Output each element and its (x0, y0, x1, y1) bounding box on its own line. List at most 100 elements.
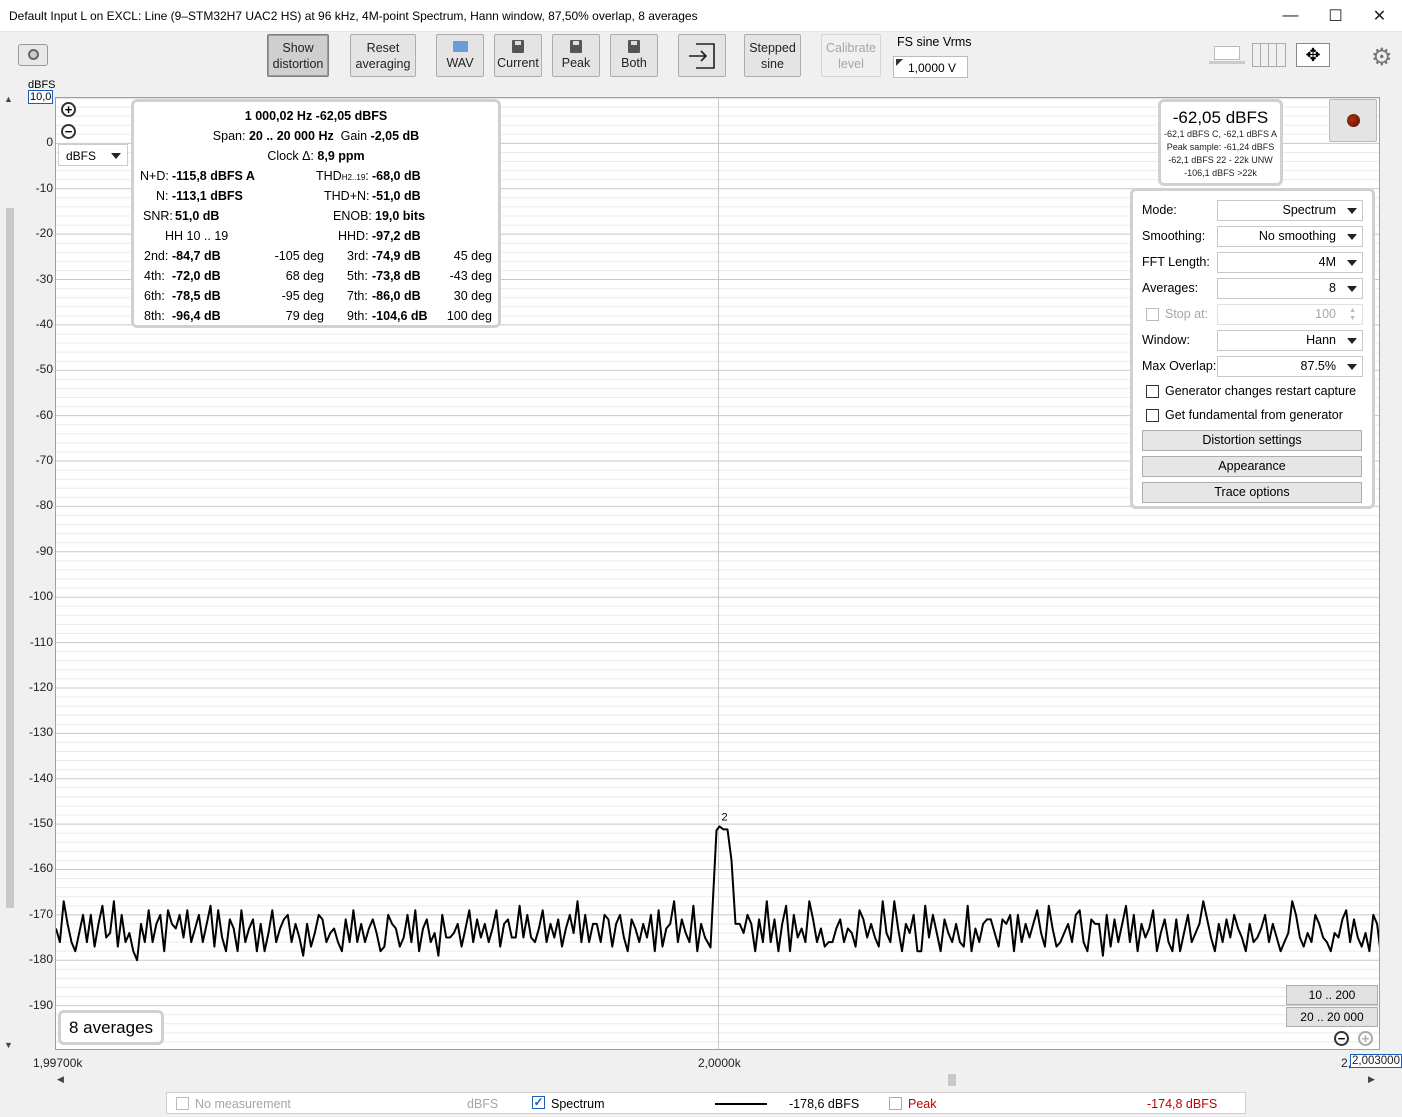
zoom-in-icon[interactable]: + (61, 102, 76, 117)
title-bar: Default Input L on EXCL: Line (9–STM32H7… (0, 0, 1402, 32)
y-tick-label: -100 (28, 589, 53, 604)
generator-restart-checkbox[interactable] (1146, 385, 1159, 398)
chevron-down-icon (1347, 208, 1357, 214)
fs-value-input[interactable]: 1,0000 V (893, 56, 968, 78)
thd-value: -68,0 dB (372, 169, 421, 183)
level-readout: -62,05 dBFS -62,1 dBFS C, -62,1 dBFS A P… (1158, 99, 1283, 186)
trace-options-button[interactable]: Trace options (1142, 482, 1362, 503)
save-peak-button[interactable]: Peak (552, 34, 600, 77)
reset-averaging-label-2: averaging (355, 56, 411, 71)
snr-value: 51,0 dB (175, 209, 220, 223)
y-scrollbar-thumb[interactable] (6, 208, 14, 908)
show-distortion-button[interactable]: Show distortion (267, 34, 329, 77)
window-dropdown[interactable]: Hann (1217, 330, 1363, 351)
y-tick-label: 0 (46, 135, 53, 150)
x-zoom-out-icon[interactable]: − (1334, 1031, 1349, 1046)
camera-icon[interactable] (18, 44, 48, 66)
no-measurement-checkbox[interactable] (176, 1097, 189, 1110)
fundamental-from-generator-label: Get fundamental from generator (1165, 408, 1343, 422)
range-20-20000-button[interactable]: 20 .. 20 000 (1286, 1007, 1378, 1027)
harmonic-label: 9th: (347, 309, 368, 323)
stop-at-value: 100 (1315, 307, 1336, 321)
stepped-sine-button[interactable]: Stepped sine (744, 34, 801, 77)
stop-at-checkbox[interactable] (1146, 308, 1159, 321)
multi-pane-layout-icon[interactable] (1252, 43, 1286, 67)
close-button[interactable]: ✕ (1357, 0, 1402, 32)
zoom-out-icon[interactable]: − (61, 124, 76, 139)
stop-at-spinner[interactable]: 100 ▲ ▼ (1217, 304, 1363, 325)
nd-label: N+D: (140, 169, 169, 183)
harmonic-value: -84,7 dB (172, 249, 221, 263)
averages-dropdown[interactable]: 8 (1217, 278, 1363, 299)
max-overlap-label: Max Overlap: (1142, 359, 1217, 373)
harmonic-phase: 45 deg (453, 249, 492, 263)
calibrate-level-label-2: level (838, 56, 864, 71)
harmonic-phase: -105 deg (274, 249, 324, 263)
wav-button[interactable]: WAV (436, 34, 484, 77)
span-label: Span: (212, 129, 246, 143)
harmonic-label: 7th: (347, 289, 368, 303)
current-label: Current (497, 56, 539, 70)
harmonic-label: 8th: (144, 309, 165, 323)
y-top-value-input[interactable]: 10,0 (28, 90, 54, 104)
max-overlap-value: 87.5% (1300, 359, 1336, 373)
scroll-right-arrow-icon[interactable]: ▶ (1368, 1074, 1375, 1085)
window-title: Default Input L on EXCL: Line (9–STM32H7… (9, 9, 698, 23)
peak-checkbox[interactable] (889, 1097, 902, 1110)
x-tick-center: 2,0000k (698, 1056, 741, 1070)
harmonic-phase: 79 deg (285, 309, 324, 323)
fundamental-readout: 1 000,02 Hz -62,05 dBFS (244, 109, 388, 123)
stop-at-label: Stop at: (1165, 307, 1209, 321)
n-label: N: (156, 189, 169, 203)
calibrate-level-button[interactable]: Calibrate level (821, 34, 881, 77)
level-line-1: -62,1 dBFS C, -62,1 dBFS A (1163, 129, 1278, 139)
scroll-up-arrow-icon[interactable]: ▲ (4, 94, 13, 104)
mode-label: Mode: (1142, 203, 1177, 217)
thd-label-text: THD (316, 169, 342, 183)
minimize-button[interactable]: — (1268, 0, 1313, 32)
gain-label: Gain (340, 129, 368, 143)
maximize-button[interactable]: ☐ (1313, 0, 1358, 32)
y-tick-label: -130 (28, 725, 53, 740)
y-tick-label: -120 (28, 679, 53, 694)
level-line-3: -62,1 dBFS 22 - 22k UNW (1168, 155, 1273, 165)
peak-legend-label: Peak (908, 1097, 937, 1111)
appearance-button[interactable]: Appearance (1142, 456, 1362, 477)
fft-length-label: FFT Length: (1142, 255, 1210, 269)
fft-length-dropdown[interactable]: 4M (1217, 252, 1363, 273)
mode-value: Spectrum (1282, 203, 1337, 217)
y-tick-label: -170 (28, 906, 53, 921)
record-button[interactable] (1329, 99, 1377, 142)
save-both-button[interactable]: Both (610, 34, 658, 77)
x-scrollbar-thumb[interactable] (948, 1074, 956, 1086)
distortion-settings-button[interactable]: Distortion settings (1142, 430, 1362, 451)
scroll-down-arrow-icon[interactable]: ▼ (4, 1040, 13, 1050)
chevron-down-icon (1347, 234, 1357, 240)
x-right-value-input[interactable]: 2,003000 (1350, 1054, 1402, 1068)
show-distortion-label-1: Show (282, 40, 314, 55)
x-zoom-in-icon[interactable]: + (1358, 1031, 1373, 1046)
unit-select[interactable]: dBFS (58, 144, 128, 166)
harmonic-value: -78,5 dB (172, 289, 221, 303)
range-10-200-button[interactable]: 10 .. 200 (1286, 985, 1378, 1005)
no-measurement-label: No measurement (195, 1097, 291, 1111)
scroll-left-arrow-icon[interactable]: ◀ (57, 1074, 64, 1085)
save-current-button[interactable]: Current (494, 34, 542, 77)
spectrum-checkbox[interactable]: ✓ (532, 1096, 545, 1109)
gear-icon[interactable]: ⚙ (1371, 43, 1393, 72)
single-pane-layout-icon[interactable] (1209, 44, 1245, 66)
gain-value: -2,05 dB (370, 129, 420, 143)
harmonic-value: -72,0 dB (172, 269, 221, 283)
max-overlap-dropdown[interactable]: 87.5% (1217, 356, 1363, 377)
level-line-4: -106,1 dBFS >22k (1184, 168, 1257, 178)
level-line-2: Peak sample: -61,24 dBFS (1166, 142, 1275, 152)
spectrum-label: Spectrum (551, 1097, 605, 1111)
fundamental-from-generator-checkbox[interactable] (1146, 409, 1159, 422)
import-button[interactable] (678, 34, 726, 77)
smoothing-dropdown[interactable]: No smoothing (1217, 226, 1363, 247)
reset-averaging-button[interactable]: Reset averaging (350, 34, 416, 77)
harmonic-value: -86,0 dB (372, 289, 421, 303)
fit-arrows-icon[interactable]: ✥ (1296, 43, 1330, 67)
hhd-label: HHD: (338, 229, 369, 243)
mode-dropdown[interactable]: Spectrum (1217, 200, 1363, 221)
